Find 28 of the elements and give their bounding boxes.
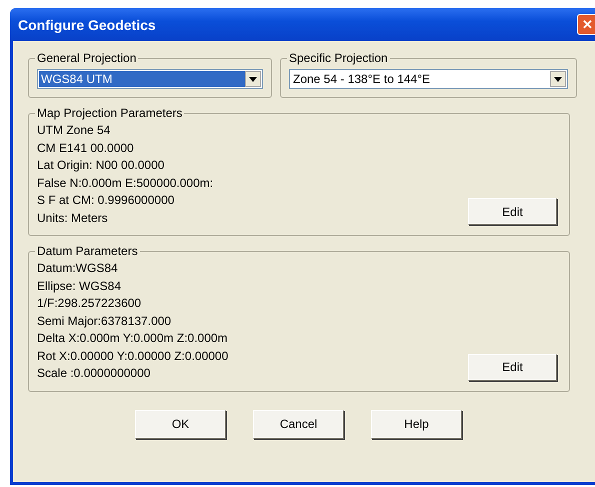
parameter-text: 1/F:298.257223600 — [37, 295, 142, 312]
close-button[interactable]: ✕ — [577, 14, 595, 35]
dropdown-value: Zone 54 - 138°E to 144°E — [292, 71, 432, 87]
parameter-text: Ellipse: WGS84 — [37, 278, 122, 294]
parameter-text: Rot X:0.00000 Y:0.00000 Z:0.00000 — [37, 348, 228, 364]
parameter-text: Scale :0.0000000000 — [37, 365, 152, 382]
edit-button[interactable]: Edit — [468, 354, 557, 380]
parameter-text: False N:0.000m E:500000.000m: — [37, 174, 214, 192]
dropdown[interactable]: Zone 54 - 138°E to 144°E — [289, 69, 568, 89]
parameter-text: S F at CM: 0.9996000000 — [37, 192, 176, 209]
parameter-text: Datum:WGS84 — [37, 260, 119, 277]
group-label: Map Projection Parameters — [36, 106, 184, 120]
parameter-text: CM E141 00.0000 — [37, 140, 135, 156]
parameter-text: Units: Meters — [37, 210, 109, 226]
edit-button[interactable]: Edit — [468, 198, 557, 225]
parameter-text: Lat Origin: N00 00.0000 — [37, 157, 166, 174]
dropdown[interactable]: WGS84 UTM — [37, 69, 263, 89]
parameter-text: Semi Major:6378137.000 — [37, 312, 172, 330]
parameter-text: Delta X:0.000m Y:0.000m Z:0.000m — [37, 330, 228, 347]
group-label: General Projection — [36, 51, 138, 65]
dialog-button[interactable]: Help — [371, 410, 462, 438]
dropdown-value: WGS84 UTM — [39, 71, 245, 87]
parameter-text: UTM Zone 54 — [37, 122, 112, 139]
dialog-button[interactable]: OK — [135, 410, 226, 438]
dialog-button[interactable]: Cancel — [253, 410, 344, 438]
window-title: Configure Geodetics — [18, 16, 156, 32]
group-label: Specific Projection — [288, 51, 389, 65]
group-label: Datum Parameters — [36, 244, 139, 258]
